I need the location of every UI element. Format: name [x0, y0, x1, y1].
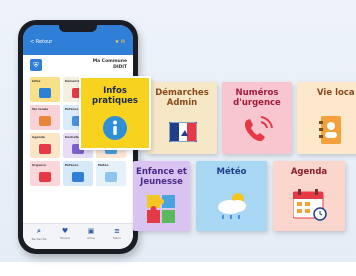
mini-tile-icon — [105, 172, 117, 182]
nav-label: Recherche — [31, 237, 47, 241]
nav-icon: ⌕ — [37, 227, 41, 235]
mini-tile-label: Météo — [98, 163, 109, 167]
header-icons[interactable]: ★ ✉ — [115, 39, 125, 45]
tile-enfance-jeunesse[interactable]: Enfance et Jeunesse — [133, 161, 190, 231]
mini-tile[interactable]: Urgence — [30, 161, 60, 186]
tile-label: Numéros d'urgence — [233, 88, 281, 108]
mini-tile-icon — [72, 172, 84, 182]
mini-tile-icon — [39, 116, 51, 126]
nav-label: Favoris — [60, 236, 70, 240]
mini-tile-label: Enfance — [65, 163, 79, 167]
mini-tile-label: Déchets — [65, 135, 79, 139]
puzzle-icon — [147, 195, 175, 223]
tile-label: Météo — [216, 167, 247, 177]
commune-title: Ma Commune DIDIT — [92, 59, 127, 70]
mini-tile-icon — [39, 88, 51, 98]
info-icon — [103, 116, 127, 140]
tile-agenda[interactable]: Agenda — [273, 161, 345, 231]
phone-ringing-icon — [244, 116, 273, 142]
tile-meteo[interactable]: Météo — [196, 161, 267, 231]
nav-label: Menu — [113, 236, 121, 240]
mini-tile-icon — [39, 144, 51, 154]
french-id-card-icon — [169, 122, 197, 142]
tile-label: Infos pratiques — [92, 86, 138, 106]
calendar-icon — [293, 189, 327, 221]
mini-tile-label: Agenda — [32, 135, 45, 139]
tile-demarches-admin[interactable]: Démarches Admin — [147, 82, 217, 154]
mini-tile-icon — [39, 172, 51, 182]
mini-tile[interactable]: Météo — [96, 161, 126, 186]
mini-tile[interactable]: Infos — [30, 77, 60, 102]
mini-tile-label: Urgence — [32, 163, 47, 167]
mini-tile-label: Vie locale — [32, 107, 49, 111]
bottom-nav: ⌕ Recherche ♥ Favoris ▣ Actus ≡ Menu — [23, 223, 133, 249]
tile-label: Enfance et Jeunesse — [136, 167, 187, 187]
mini-tile-label: Enfance — [65, 107, 79, 111]
tile-vie-locale[interactable]: Vie loca — [297, 82, 356, 154]
tile-infos-pratiques[interactable]: Infos pratiques — [79, 76, 151, 150]
mini-tile[interactable]: Agenda — [30, 133, 60, 158]
back-button[interactable]: < Retour — [30, 39, 52, 45]
tile-label: Vie loca — [317, 88, 355, 98]
tile-numeros-urgence[interactable]: Numéros d'urgence — [222, 82, 292, 154]
mini-tile-label: Infos — [32, 79, 41, 83]
nav-icon: ▣ — [87, 227, 95, 235]
nav-item[interactable]: ⌕ Recherche — [29, 227, 49, 241]
phone-notch — [59, 25, 97, 32]
nav-item[interactable]: ♥ Favoris — [55, 227, 75, 240]
address-book-icon — [319, 116, 341, 144]
nav-label: Actus — [87, 236, 95, 240]
commune-logo-icon: ⛨ — [30, 59, 42, 71]
footer-strip — [0, 262, 356, 276]
tile-label: Démarches Admin — [155, 88, 209, 108]
nav-item[interactable]: ≡ Menu — [107, 227, 127, 240]
nav-icon: ≡ — [114, 227, 120, 235]
mini-tile[interactable]: Enfance — [63, 161, 93, 186]
cloud-rain-icon — [218, 193, 246, 219]
nav-icon: ♥ — [61, 227, 69, 235]
nav-item[interactable]: ▣ Actus — [81, 227, 101, 240]
tile-label: Agenda — [290, 167, 328, 177]
mini-tile[interactable]: Vie locale — [30, 105, 60, 130]
